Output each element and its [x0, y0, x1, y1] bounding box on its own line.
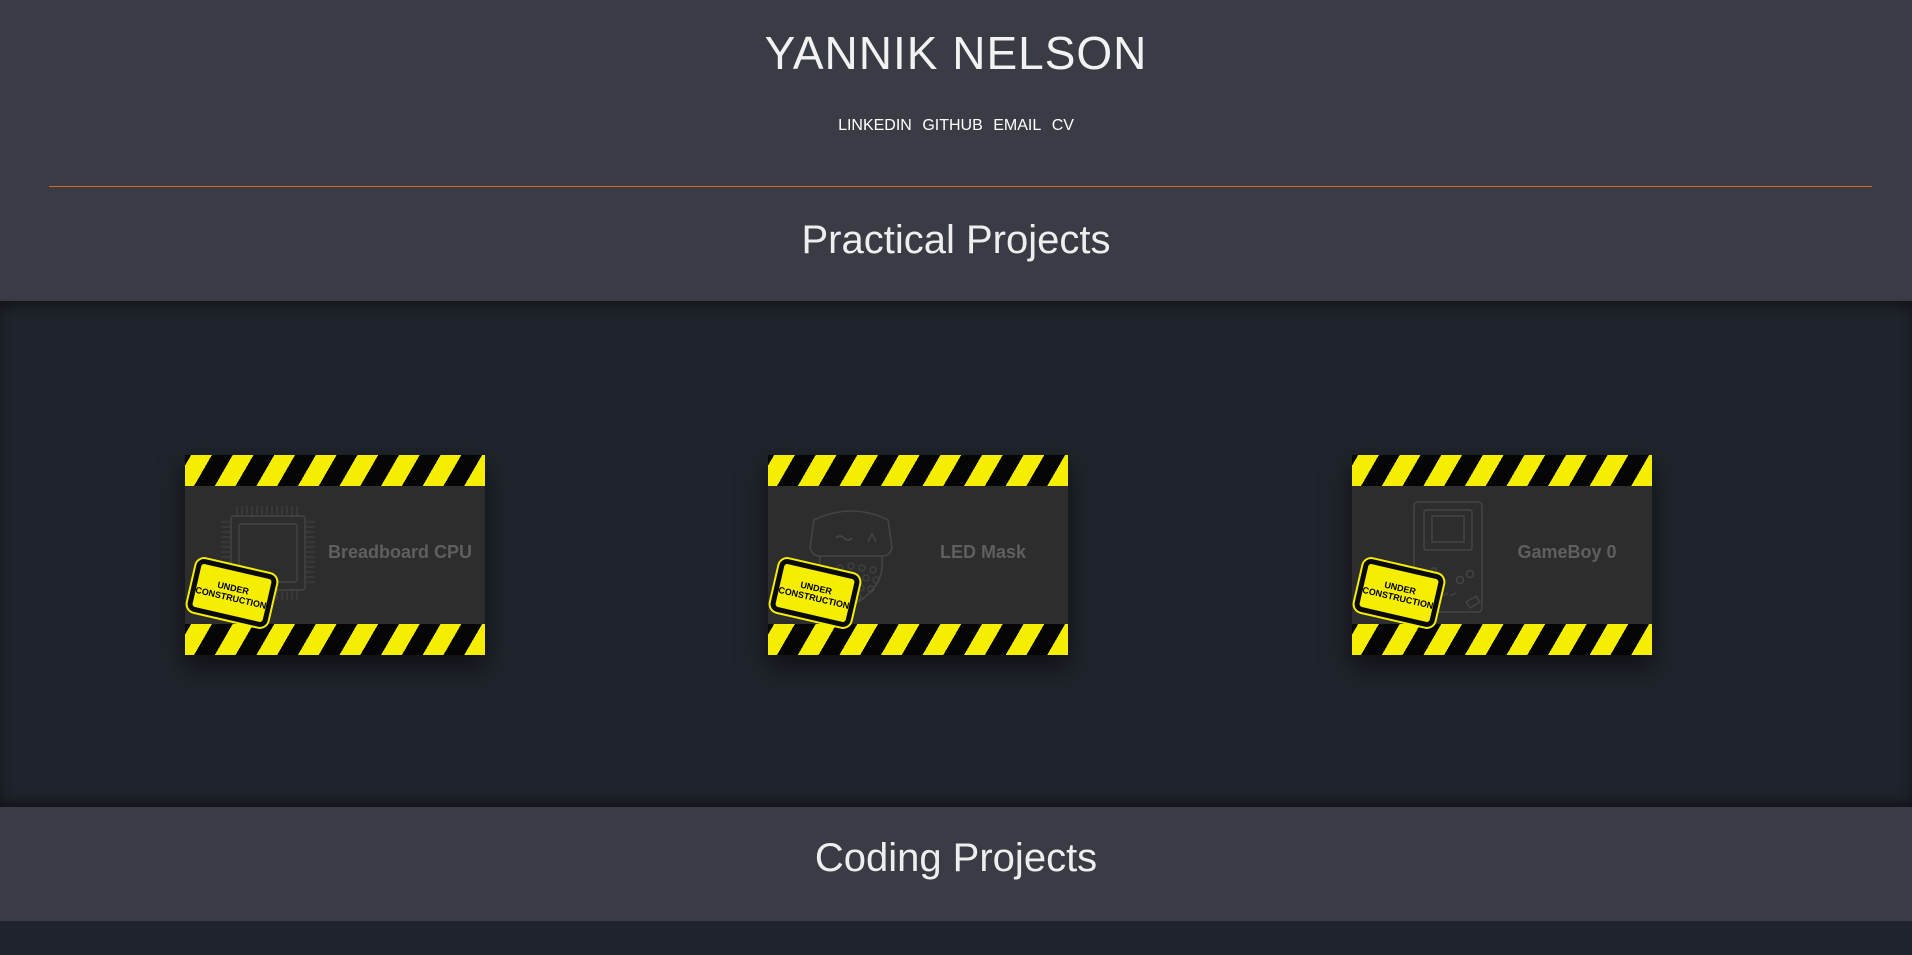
social-nav: LINKEDIN GITHUB EMAIL CV	[0, 117, 1912, 135]
project-card-led-mask[interactable]: LED Mask UNDER CONSTRUCTION	[768, 455, 1068, 655]
coding-projects-heading: Coding Projects	[814, 836, 1098, 880]
coding-projects-content	[0, 921, 1912, 955]
hazard-stripe-bottom	[768, 624, 1068, 655]
project-title: LED Mask	[939, 542, 1027, 562]
hazard-stripe-bottom	[1352, 624, 1652, 655]
nav-link-linkedin[interactable]: LINKEDIN	[838, 117, 912, 134]
project-card-breadboard-cpu[interactable]: Breadboard CPU UNDER CONSTRUCTION	[185, 455, 485, 655]
hazard-stripe-top	[185, 455, 485, 486]
header-divider	[49, 186, 1872, 187]
project-card-gameboy[interactable]: GameBoy 0 UNDER CONSTRUCTION	[1352, 455, 1652, 655]
nav-link-github[interactable]: GITHUB	[922, 117, 982, 134]
nav-link-email[interactable]: EMAIL	[993, 117, 1041, 134]
project-title: GameBoy 0	[1517, 542, 1617, 562]
project-title: Breadboard CPU	[327, 542, 473, 562]
hazard-stripe-bottom	[185, 624, 485, 655]
practical-projects-heading: Practical Projects	[801, 218, 1111, 262]
hazard-stripe-top	[768, 455, 1068, 486]
hazard-stripe-top	[1352, 455, 1652, 486]
site-title: YANNIK NELSON	[764, 27, 1148, 79]
nav-link-cv[interactable]: CV	[1052, 117, 1074, 134]
